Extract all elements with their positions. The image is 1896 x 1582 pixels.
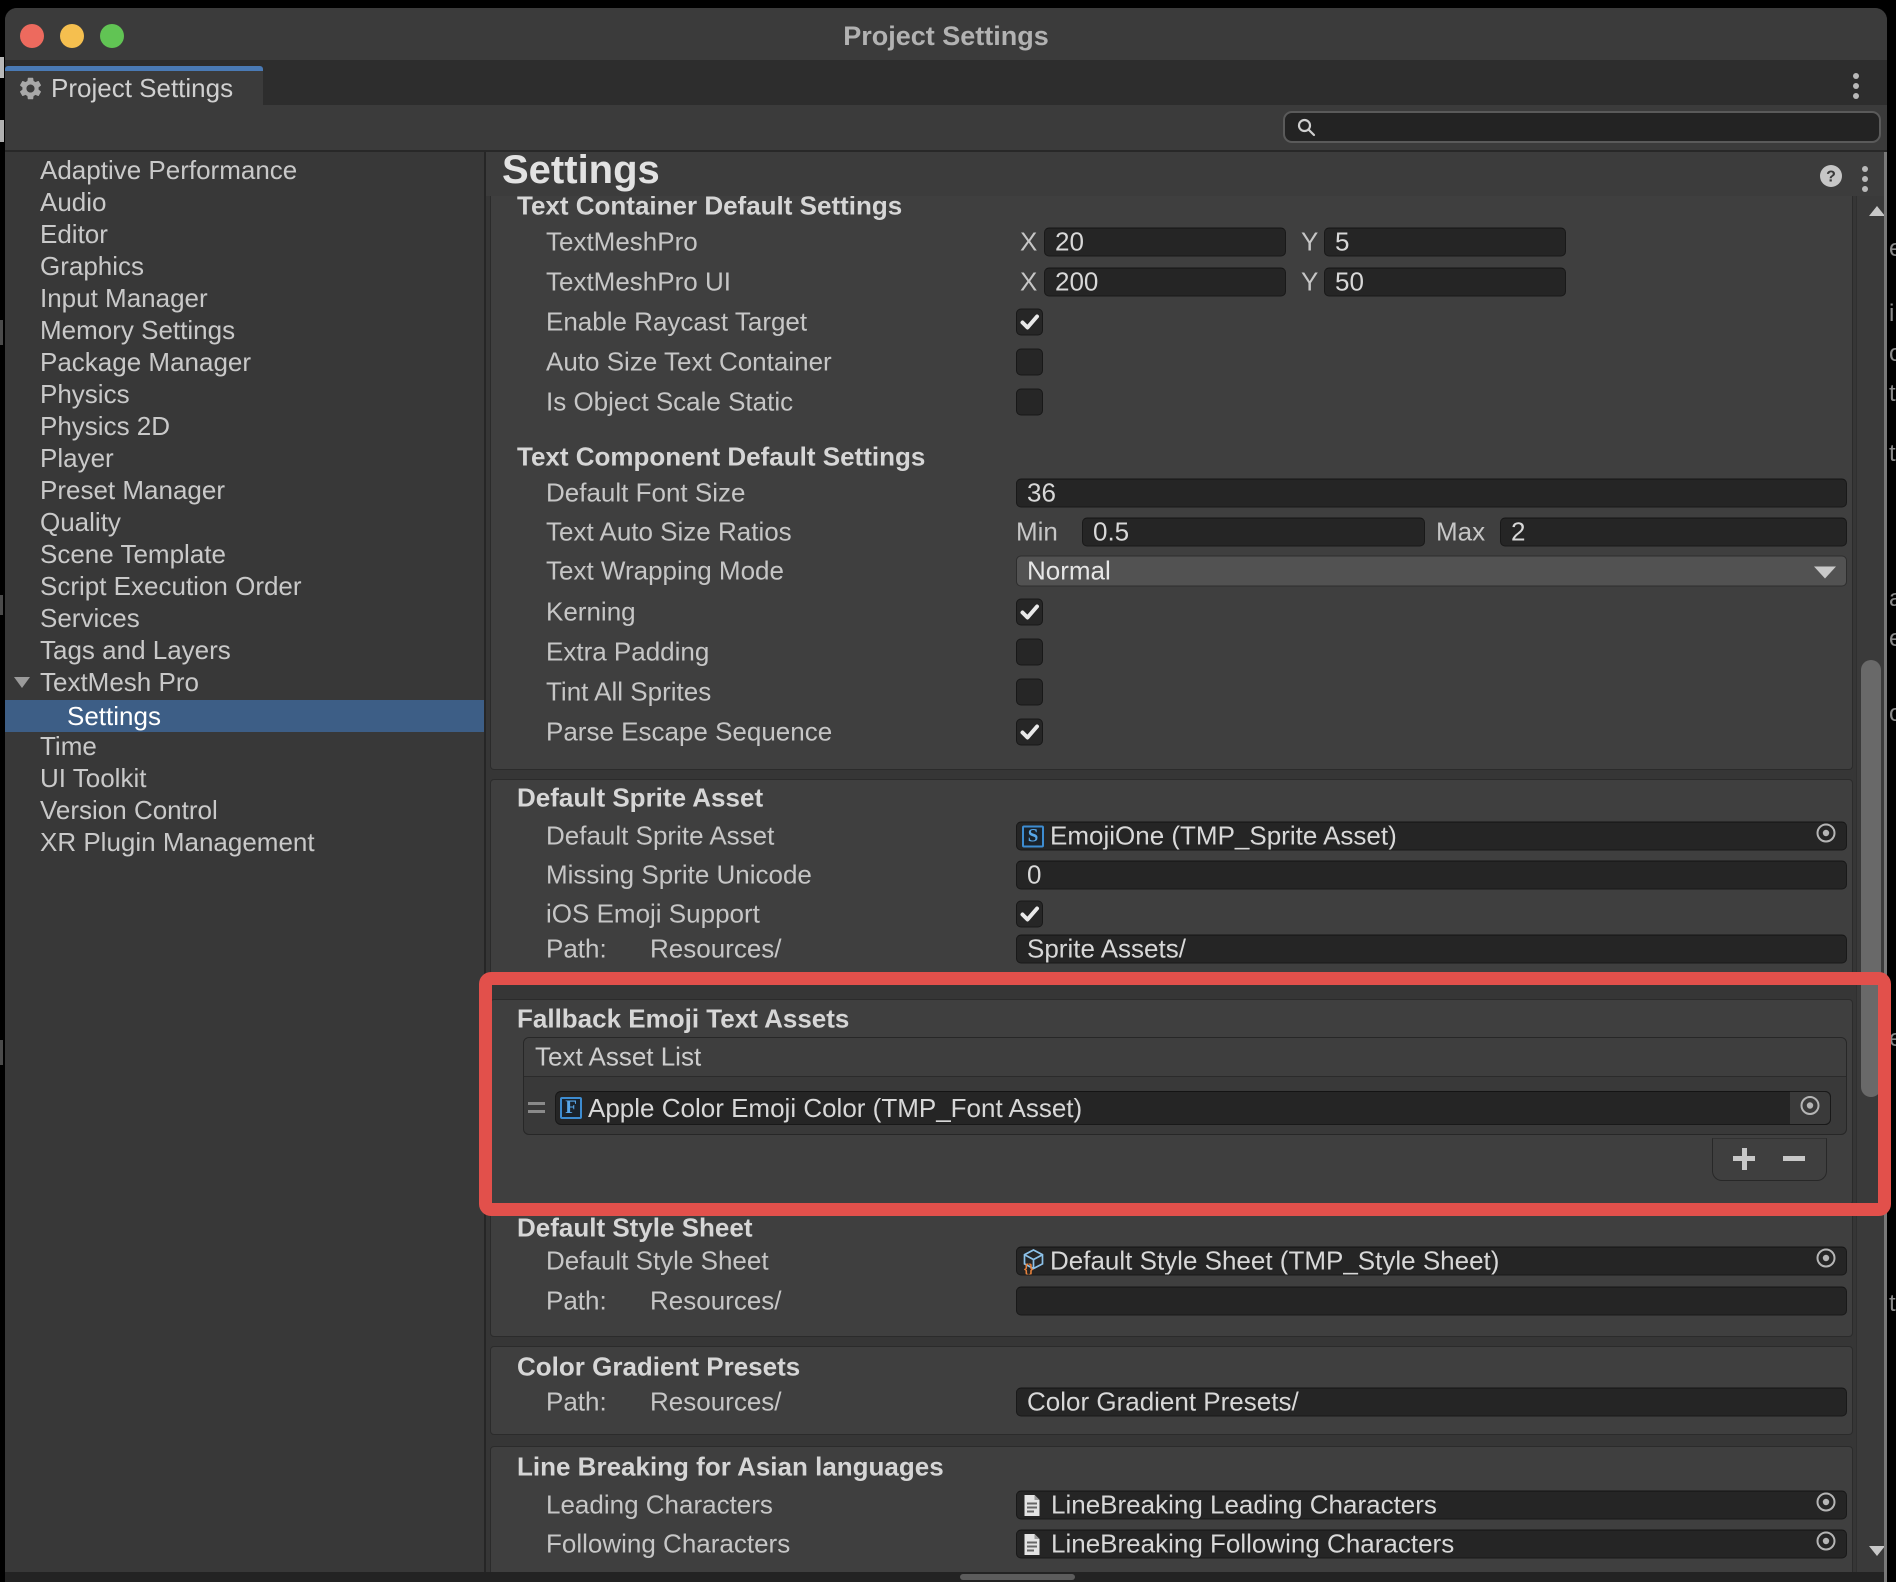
svg-text:{}: {} [1024, 1262, 1034, 1275]
svg-text:?: ? [1826, 169, 1836, 186]
